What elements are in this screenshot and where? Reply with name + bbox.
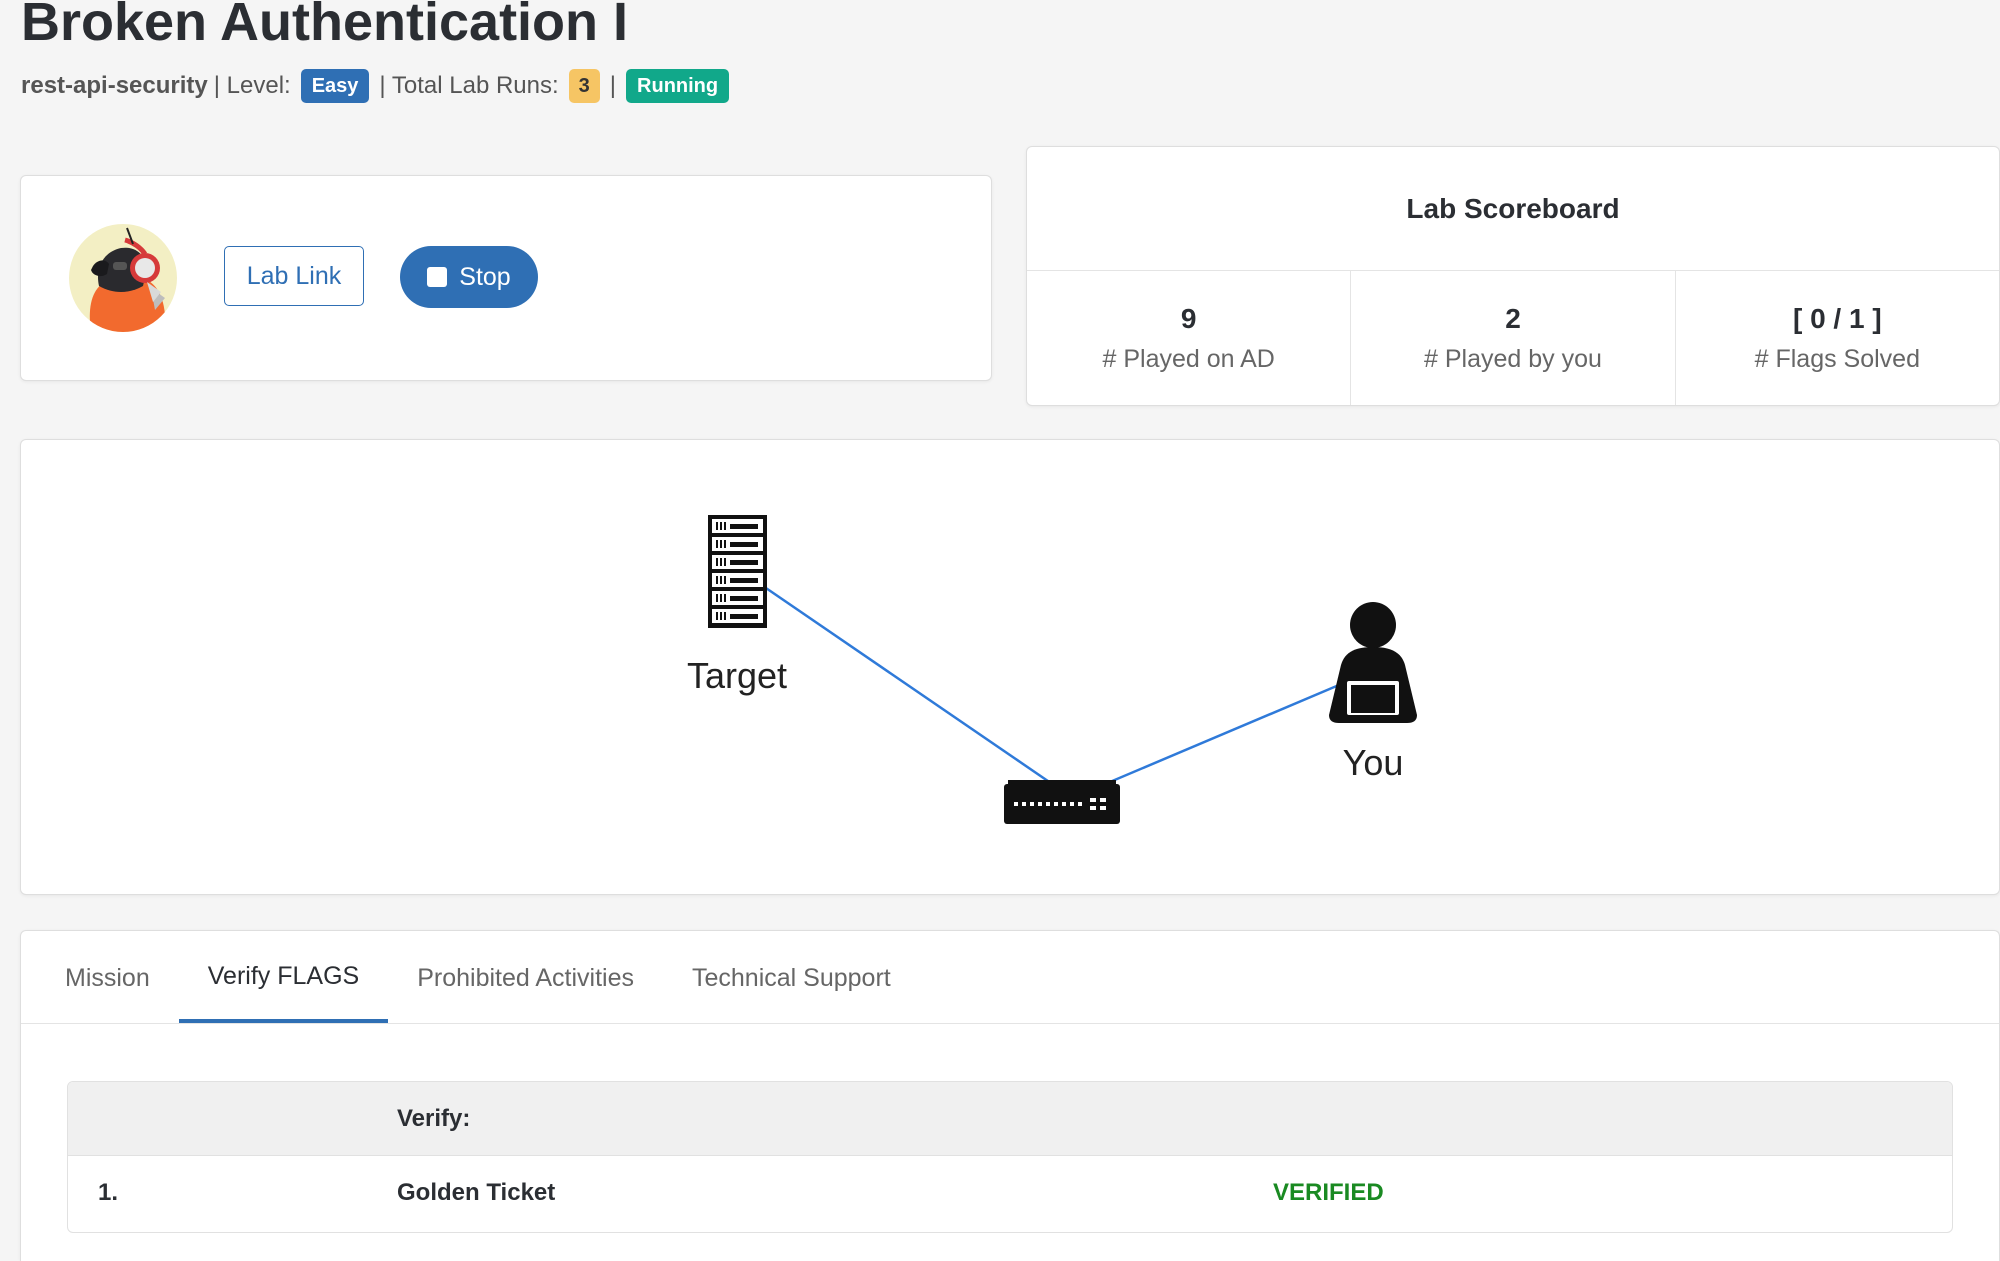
status-badge: Running — [626, 69, 730, 103]
target-label: Target — [687, 655, 787, 696]
table-row: 1. Golden Ticket VERIFIED — [68, 1156, 1952, 1230]
flag-status-verified: VERIFIED — [1273, 1179, 1384, 1206]
course-name: rest-api-security — [21, 72, 208, 99]
verify-flags-table: Verify: 1. Golden Ticket VERIFIED — [67, 1081, 1953, 1233]
link-switch-you — [1090, 683, 1340, 792]
lab-scoreboard: Lab Scoreboard 9 # Played on AD 2 # Play… — [1026, 146, 2000, 406]
stop-button-label: Stop — [459, 262, 511, 291]
flag-index: 1. — [98, 1179, 119, 1206]
tab-prohibited-activities[interactable]: Prohibited Activities — [388, 933, 663, 1023]
stat-value: [ 0 / 1 ] — [1792, 302, 1882, 334]
lab-link-button[interactable]: Lab Link — [224, 246, 364, 306]
scoreboard-title: Lab Scoreboard — [1027, 147, 1999, 271]
stat-label: # Played by you — [1424, 344, 1602, 373]
lab-tabs-panel: Mission Verify FLAGS Prohibited Activiti… — [20, 930, 2000, 1261]
runs-suffix: | — [609, 72, 617, 99]
runs-badge: 3 — [568, 69, 600, 103]
you-label: You — [1343, 742, 1404, 783]
stat-played-on-ad: 9 # Played on AD — [1027, 271, 1352, 405]
lab-actions-card: Lab Link Stop — [20, 175, 992, 381]
tab-verify-flags[interactable]: Verify FLAGS — [178, 933, 389, 1023]
tab-bar: Mission Verify FLAGS Prohibited Activiti… — [21, 931, 1999, 1024]
avatar — [69, 224, 177, 332]
page-title: Broken Authentication I — [21, 0, 629, 52]
network-diagram: Target You — [20, 439, 2000, 895]
server-icon[interactable] — [708, 515, 767, 628]
level-prefix: | Level: — [213, 72, 291, 99]
network-switch-icon[interactable] — [1004, 780, 1120, 824]
user-laptop-icon[interactable] — [1329, 602, 1417, 723]
runs-prefix: | Total Lab Runs: — [379, 72, 559, 99]
stop-icon — [427, 267, 448, 287]
flag-name: Golden Ticket — [397, 1179, 556, 1206]
network-diagram-svg: Target You — [687, 515, 1417, 824]
lab-meta: rest-api-security | Level: Easy | Total … — [21, 66, 733, 106]
level-badge: Easy — [300, 69, 370, 103]
stat-flags-solved: [ 0 / 1 ] # Flags Solved — [1676, 271, 1999, 405]
stat-value: 2 — [1505, 302, 1521, 334]
stop-button[interactable]: Stop — [400, 246, 538, 308]
stat-label: # Flags Solved — [1754, 344, 1920, 373]
verify-header: Verify: — [397, 1104, 471, 1132]
stat-value: 9 — [1180, 302, 1197, 334]
stat-label: # Played on AD — [1102, 344, 1275, 373]
tab-technical-support[interactable]: Technical Support — [663, 933, 920, 1023]
stat-played-by-you: 2 # Played by you — [1351, 271, 1676, 405]
link-target-switch — [762, 584, 1062, 792]
tab-mission[interactable]: Mission — [21, 933, 179, 1023]
table-header: Verify: — [68, 1082, 1952, 1156]
